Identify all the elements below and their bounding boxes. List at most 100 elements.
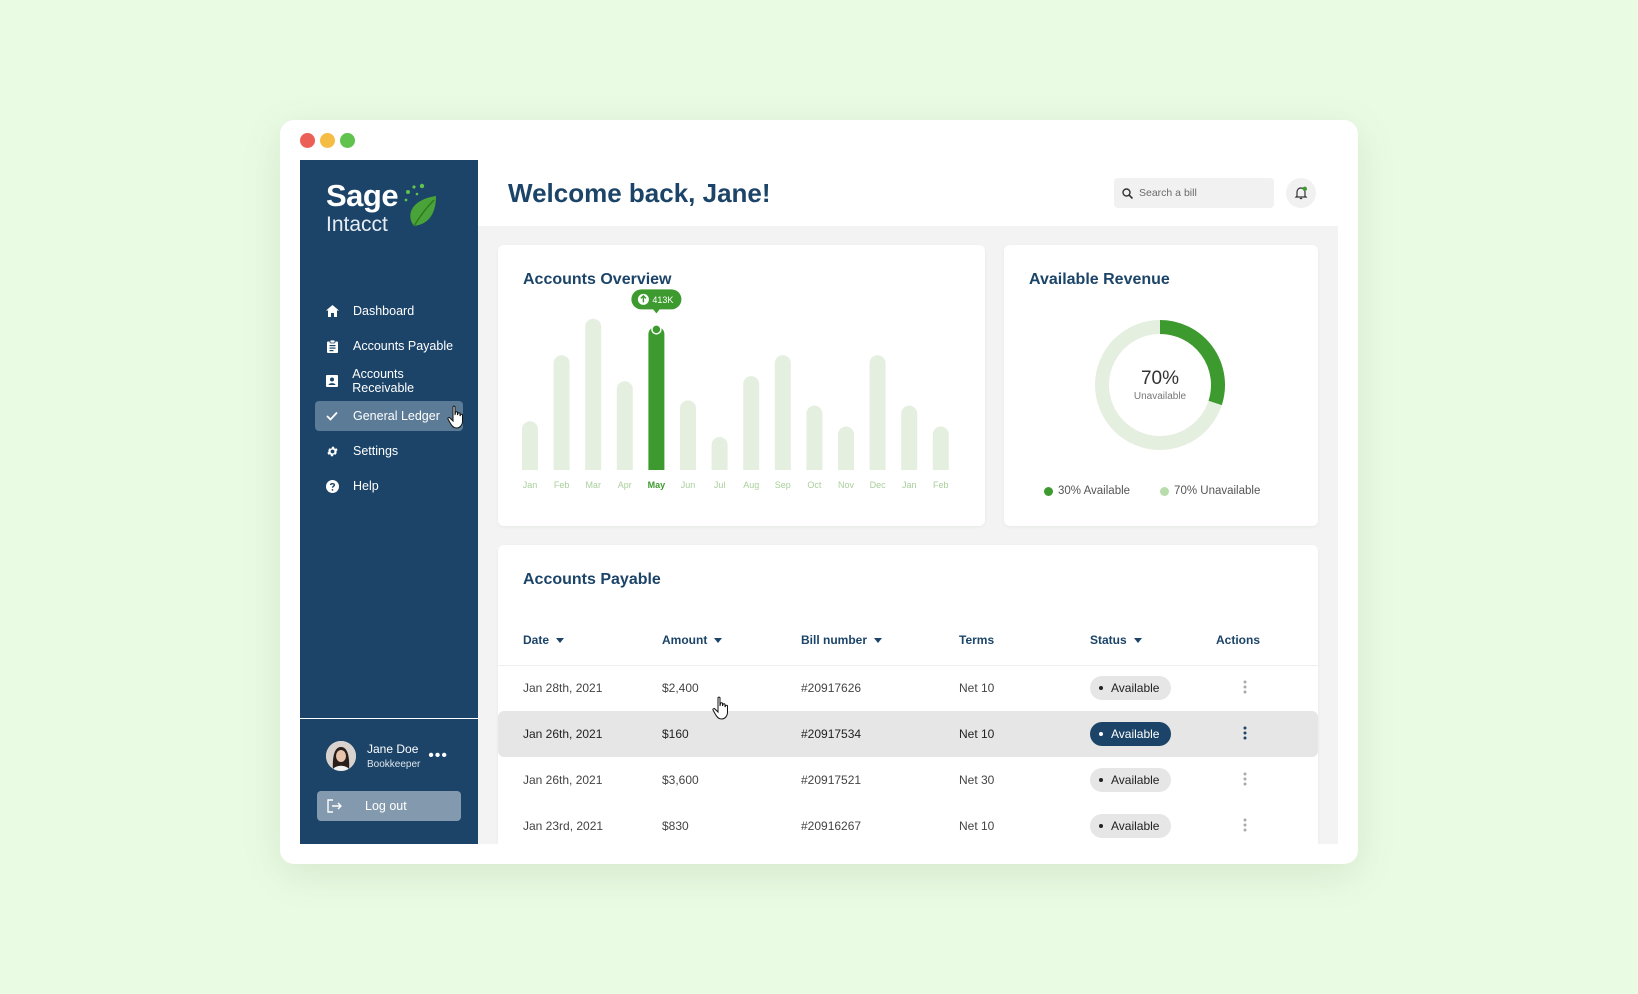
sidebar-item-accounts-receivable[interactable]: Accounts Receivable xyxy=(315,366,463,396)
status-badge: Available xyxy=(1090,768,1172,792)
chart-bar[interactable] xyxy=(680,400,696,470)
accounts-payable-card: Accounts Payable Date Amount Bill number… xyxy=(498,545,1318,844)
table-row[interactable]: Jan 26th, 2021 $160 #20917534 Net 10 Availab… xyxy=(498,711,1318,757)
cell-status: Available xyxy=(1090,803,1216,844)
chart-bar[interactable] xyxy=(932,426,949,470)
app-window: Sage Intacct Dashboard Accounts Payable … xyxy=(280,120,1358,864)
chart-bar[interactable] xyxy=(806,405,823,470)
minimize-window-button[interactable] xyxy=(320,133,335,148)
column-header-actions: Actions xyxy=(1216,615,1318,666)
chart-bar[interactable] xyxy=(616,381,633,470)
status-badge: Available xyxy=(1090,722,1172,746)
cell-actions xyxy=(1216,711,1318,757)
status-dot xyxy=(1099,778,1103,782)
legend-label: 30% Available xyxy=(1058,485,1131,497)
kebab-menu-icon[interactable] xyxy=(1238,771,1252,787)
chart-bar[interactable] xyxy=(743,376,760,470)
chart-bar[interactable] xyxy=(869,355,886,470)
home-icon xyxy=(325,304,339,318)
sidebar-footer: Jane Doe Bookkeeper ••• Log out xyxy=(300,718,478,844)
more-options-icon[interactable]: ••• xyxy=(428,747,448,765)
cell-terms: Net 30 xyxy=(959,773,995,787)
chart-bar[interactable] xyxy=(585,318,602,470)
table-row[interactable]: Jan 26th, 2021 $3,600 #20917521 Net 30 Avail… xyxy=(498,757,1318,803)
cell-bill-number: #20917534 xyxy=(801,711,959,757)
user-name: Jane Doe xyxy=(367,742,419,756)
cell-date: Jan 23rd, 2021 xyxy=(523,819,604,833)
column-header-date[interactable]: Date xyxy=(498,615,662,666)
kebab-menu-icon[interactable] xyxy=(1238,679,1252,695)
table-header-row: Date Amount Bill number Terms Status Act… xyxy=(498,615,1318,666)
cell-bill-number: #20916267 xyxy=(801,819,862,833)
status-label: Available xyxy=(1111,727,1160,741)
kebab-menu-icon[interactable] xyxy=(1238,725,1252,741)
accounts-overview-chart: Jan Feb Mar Apr May Jun Jul Aug Sep Oct Nov Dec Jan F… xyxy=(522,289,949,490)
legend-dot xyxy=(1160,486,1170,496)
check-icon xyxy=(325,409,339,423)
status-label: Available xyxy=(1111,819,1160,833)
sort-arrow-icon xyxy=(714,638,723,644)
sidebar-item-label: Help xyxy=(353,479,379,493)
sidebar: Sage Intacct Dashboard Accounts Payable … xyxy=(293,160,478,844)
column-header-bill-number[interactable]: Bill number xyxy=(801,615,959,666)
table-row[interactable]: Jan 28th, 2021 $2,400 #20917626 Net 10 Avail… xyxy=(498,665,1318,711)
chart-tick-label: Aug xyxy=(743,480,759,490)
chart-tick-label: Feb xyxy=(554,480,570,490)
sort-arrow-icon xyxy=(556,638,565,644)
cell-amount: $3,600 xyxy=(662,773,699,787)
main-content: Welcome back, Jane! Accounts Overview Ja… xyxy=(478,160,1338,844)
cell-terms: Net 10 xyxy=(959,819,995,833)
chart-bar[interactable] xyxy=(553,355,570,470)
close-window-button[interactable] xyxy=(300,133,315,148)
cell-actions xyxy=(1216,803,1318,844)
chart-bar[interactable] xyxy=(774,355,791,470)
chart-bar[interactable] xyxy=(711,436,728,470)
cell-status: Available xyxy=(1090,711,1216,757)
accounts-overview-card: Accounts Overview Jan Feb Mar Apr May Jun Jul A… xyxy=(498,245,985,526)
logo-secondary: Intacct xyxy=(326,213,388,236)
chart-bar[interactable] xyxy=(648,326,665,470)
search-input[interactable] xyxy=(1139,187,1269,199)
hand-cursor-icon xyxy=(447,405,463,429)
chart-tick-label: Apr xyxy=(618,480,632,490)
chart-tick-label: Dec xyxy=(870,480,887,490)
chart-bar[interactable] xyxy=(838,426,854,470)
donut-center-value: 70% xyxy=(1141,368,1179,389)
logout-button[interactable]: Log out xyxy=(317,791,461,821)
table-row[interactable]: Jan 23rd, 2021 $830 #20916267 Net 10 Availab… xyxy=(498,803,1318,844)
legend-label: 70% Unavailable xyxy=(1174,485,1261,497)
logo-primary: Sage xyxy=(326,178,399,213)
cell-bill-number: #20917521 xyxy=(801,773,862,787)
legend-item-unavailable: 70% Unavailable xyxy=(1160,485,1260,497)
kebab-menu-icon[interactable] xyxy=(1238,817,1252,833)
sidebar-item-settings[interactable]: Settings xyxy=(315,436,463,466)
cell-status: Available xyxy=(1090,665,1216,711)
sidebar-item-general-ledger[interactable]: General Ledger xyxy=(315,401,463,431)
search-icon xyxy=(1122,187,1133,199)
notification-button[interactable] xyxy=(1286,178,1316,208)
cell-terms: Net 10 xyxy=(959,681,995,696)
legend-dot xyxy=(1044,486,1053,496)
gear-icon xyxy=(325,444,339,458)
help-icon xyxy=(325,479,339,493)
window-controls xyxy=(300,133,355,148)
status-label: Available xyxy=(1111,681,1160,696)
chart-tooltip: 413K xyxy=(631,289,682,335)
cell-bill-number: #20917626 xyxy=(801,681,862,696)
cell-amount: $830 xyxy=(662,819,689,833)
sidebar-item-dashboard[interactable]: Dashboard xyxy=(293,296,463,326)
column-header-amount[interactable]: Amount xyxy=(662,615,801,666)
chart-tick-label: Jul xyxy=(714,480,726,490)
bell-icon xyxy=(1294,186,1308,200)
sort-arrow-icon xyxy=(1133,638,1142,644)
chart-bar[interactable] xyxy=(522,421,538,470)
sidebar-item-accounts-payable[interactable]: Accounts Payable xyxy=(315,331,463,361)
maximize-window-button[interactable] xyxy=(340,133,355,148)
chart-tick-label: Nov xyxy=(838,480,855,490)
page-title: Welcome back, Jane! xyxy=(508,178,771,208)
chart-bar[interactable] xyxy=(901,405,918,470)
logout-label: Log out xyxy=(365,799,407,813)
chart-tick-label: Feb xyxy=(933,480,949,490)
sidebar-item-help[interactable]: Help xyxy=(315,471,463,501)
column-header-status[interactable]: Status xyxy=(1090,615,1216,666)
